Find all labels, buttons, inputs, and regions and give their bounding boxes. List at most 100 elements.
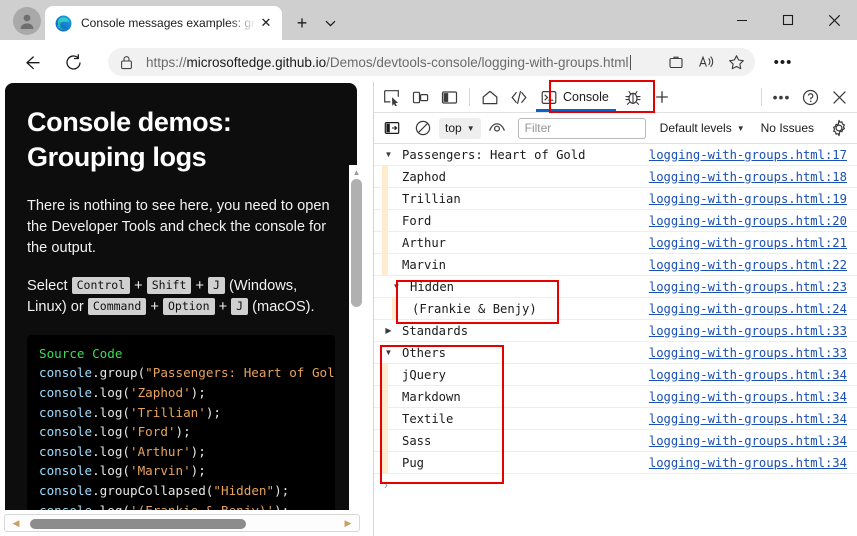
code-line: console.log('Zaphod'); [39,385,206,401]
page-scroll-thumb[interactable] [351,179,362,307]
console-group-row-others[interactable]: ▼ Others logging-with-groups.html:33 [374,342,857,364]
console-row-text: Textile [402,411,454,426]
kbd-option: Option [162,297,215,315]
console-group-row-standards[interactable]: ▶ Standards logging-with-groups.html:33 [374,320,857,342]
group-expand-toggle-icon[interactable]: ▼ [382,348,395,357]
maximize-button[interactable] [765,0,811,40]
console-source-link[interactable]: logging-with-groups.html:21 [649,236,847,250]
scroll-right-arrow-icon[interactable]: ▶ [339,515,357,531]
javascript-context-selector[interactable]: top ▼ [439,117,481,139]
console-source-link[interactable]: logging-with-groups.html:34 [649,412,847,426]
console-log-row[interactable]: Sass logging-with-groups.html:34 [374,429,857,452]
toolbar-divider-right [761,88,762,106]
console-row-text: Zaphod [402,169,447,184]
group-collapse-toggle-icon[interactable]: ▶ [382,326,395,335]
console-source-link[interactable]: logging-with-groups.html:34 [649,434,847,448]
bug-icon[interactable] [619,84,648,111]
group-expand-toggle-icon[interactable]: ▼ [382,150,395,159]
console-source-link[interactable]: logging-with-groups.html:22 [649,258,847,272]
scroll-left-arrow-icon[interactable]: ◀ [7,515,25,531]
scroll-up-arrow-icon[interactable]: ▲ [349,165,364,179]
console-source-link[interactable]: logging-with-groups.html:17 [649,148,847,162]
settings-gear-icon[interactable] [824,115,853,142]
reload-button[interactable] [60,49,86,75]
device-emulation-icon[interactable] [406,84,435,111]
minimize-button[interactable] [719,0,765,40]
maximize-icon [782,14,794,26]
profile-avatar[interactable] [13,7,41,35]
browser-tab-active[interactable]: Console messages examples: gro ✕ [45,6,282,40]
kbd-j-win: J [208,276,225,294]
console-prompt[interactable]: › [374,474,857,496]
console-log-row[interactable]: Ford logging-with-groups.html:20 [374,209,857,232]
console-row-text: Standards [402,323,469,338]
live-expression-eye-icon[interactable] [483,115,512,142]
clear-console-icon[interactable] [408,115,437,142]
group-indent-bar [382,429,388,452]
address-bar[interactable]: https://microsoftedge.github.io/Demos/de… [108,48,755,76]
console-log-row[interactable]: Markdown logging-with-groups.html:34 [374,385,857,408]
console-log-row[interactable]: Pug logging-with-groups.html:34 [374,451,857,474]
page-hscroll-thumb[interactable] [30,519,246,529]
console-log-row[interactable]: Trillian logging-with-groups.html:19 [374,187,857,210]
help-icon[interactable] [796,84,825,111]
console-log-row[interactable]: (Frankie & Benjy) logging-with-groups.ht… [374,297,857,320]
tab-close-icon[interactable]: ✕ [256,13,276,33]
source-code-legend: Source Code [39,345,123,361]
devtools-close-icon[interactable] [825,84,854,111]
tab-actions-menu-icon[interactable] [318,11,342,35]
log-levels-dropdown[interactable]: Default levels ▼ [654,117,751,139]
more-tools-plus-icon[interactable] [648,84,677,111]
group-indent-bar [382,451,388,474]
console-source-link[interactable]: logging-with-groups.html:34 [649,456,847,470]
console-log-row[interactable]: Arthur logging-with-groups.html:21 [374,231,857,254]
console-group-row[interactable]: ▼ Passengers: Heart of Gold logging-with… [374,144,857,166]
browser-settings-menu[interactable]: ••• [770,50,796,74]
demo-page-content: Console demos: Grouping logs There is no… [5,83,357,510]
read-aloud-icon[interactable] [691,49,721,75]
console-source-link[interactable]: logging-with-groups.html:19 [649,192,847,206]
back-button[interactable] [18,49,44,75]
console-row-text: Trillian [402,191,461,206]
issues-counter[interactable]: No Issues [753,121,822,135]
console-source-link[interactable]: logging-with-groups.html:18 [649,170,847,184]
console-output[interactable]: ▼ Passengers: Heart of Gold logging-with… [374,144,857,536]
console-group-row-hidden[interactable]: ▼ Hidden logging-with-groups.html:23 [374,276,857,298]
console-sidebar-icon[interactable] [377,115,406,142]
console-log-row[interactable]: jQuery logging-with-groups.html:34 [374,363,857,386]
page-vertical-scrollbar[interactable]: ▲ ▼ [349,165,364,536]
log-levels-label: Default levels [659,121,732,135]
console-filter-input[interactable]: Filter [517,117,646,139]
kbd-j-mac: J [231,297,249,315]
home-icon[interactable] [475,84,504,111]
devtools-more-options-icon[interactable]: ••• [767,84,796,111]
tab-console[interactable]: Console [533,83,619,112]
new-tab-button[interactable]: + [288,10,316,36]
prompt-caret-icon: › [384,478,388,492]
console-source-link[interactable]: logging-with-groups.html:34 [649,390,847,404]
plus-3: + [150,298,159,315]
inspect-element-icon[interactable] [377,84,406,111]
console-log-row[interactable]: Marvin logging-with-groups.html:22 [374,253,857,276]
console-source-link[interactable]: logging-with-groups.html:34 [649,368,847,382]
text-cursor [629,54,631,70]
console-source-link[interactable]: logging-with-groups.html:24 [649,302,847,316]
group-indent-bar [382,209,388,232]
toolbar-divider [469,88,470,106]
console-source-link[interactable]: logging-with-groups.html:33 [649,346,847,360]
favorites-star-icon[interactable] [721,49,751,75]
console-source-link[interactable]: logging-with-groups.html:33 [649,324,847,338]
console-row-text: Hidden [410,279,455,294]
console-log-row[interactable]: Textile logging-with-groups.html:34 [374,407,857,430]
url-text[interactable]: https://microsoftedge.github.io/Demos/de… [146,54,661,70]
page-horizontal-scrollbar[interactable]: ◀ ▶ [4,514,360,532]
console-log-row[interactable]: Zaphod logging-with-groups.html:18 [374,165,857,188]
group-expand-toggle-icon[interactable]: ▼ [390,282,403,291]
close-button[interactable] [811,0,857,40]
console-source-link[interactable]: logging-with-groups.html:23 [649,280,847,294]
browser-window: Console messages examples: gro ✕ + https… [0,0,857,536]
dock-side-icon[interactable] [435,84,464,111]
collections-icon[interactable] [661,49,691,75]
elements-code-icon[interactable] [504,84,533,111]
console-source-link[interactable]: logging-with-groups.html:20 [649,214,847,228]
